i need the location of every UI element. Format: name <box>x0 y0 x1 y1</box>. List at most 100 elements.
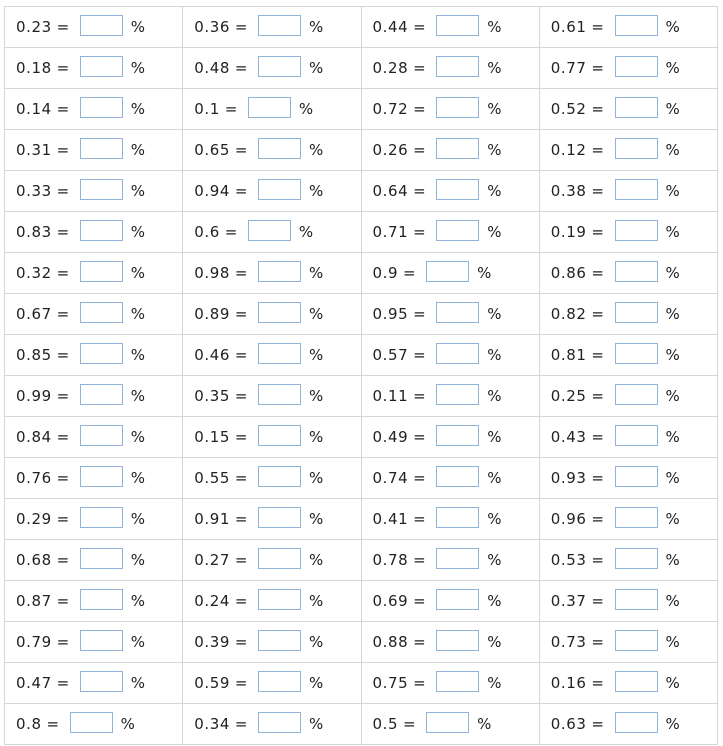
answer-input[interactable] <box>258 588 302 610</box>
problem-row: 0.14 =% 0.1 =% 0.72 =% 0.52 =% <box>3 88 719 130</box>
answer-input[interactable] <box>69 711 113 733</box>
answer-input[interactable] <box>79 137 123 159</box>
answer-input[interactable] <box>258 547 302 569</box>
answer-input[interactable] <box>79 219 123 241</box>
answer-input[interactable] <box>79 301 123 323</box>
answer-input[interactable] <box>436 219 480 241</box>
decimal-value: 0.94 <box>194 181 231 200</box>
answer-input[interactable] <box>614 670 658 692</box>
problem-cell: 0.83 =% <box>3 211 184 253</box>
answer-input[interactable] <box>426 260 470 282</box>
answer-input[interactable] <box>614 424 658 446</box>
percent-sign: % <box>298 99 314 118</box>
answer-input[interactable] <box>79 424 123 446</box>
answer-input[interactable] <box>426 711 470 733</box>
answer-input[interactable] <box>79 55 123 77</box>
answer-input[interactable] <box>258 342 302 364</box>
answer-input[interactable] <box>436 424 480 446</box>
answer-input[interactable] <box>614 547 658 569</box>
answer-input[interactable] <box>436 96 480 118</box>
equals-sign: = <box>591 673 605 692</box>
answer-input[interactable] <box>79 14 123 36</box>
percent-sign: % <box>130 222 146 241</box>
problem-cell: 0.1 =% <box>182 88 362 130</box>
answer-input[interactable] <box>436 547 480 569</box>
answer-input[interactable] <box>436 178 480 200</box>
answer-input[interactable] <box>436 55 480 77</box>
answer-input[interactable] <box>614 383 658 405</box>
equals-sign: = <box>234 427 249 446</box>
answer-input[interactable] <box>614 55 658 77</box>
answer-input[interactable] <box>79 670 123 692</box>
answer-input[interactable] <box>258 14 302 36</box>
equals-sign: = <box>591 632 605 651</box>
answer-input[interactable] <box>247 219 291 241</box>
problem-cell: 0.88 =% <box>360 621 540 663</box>
percent-sign: % <box>487 591 502 610</box>
decimal-value: 0.24 <box>194 591 231 610</box>
answer-input[interactable] <box>614 14 658 36</box>
percent-sign: % <box>130 304 146 323</box>
decimal-value: 0.47 <box>16 673 52 692</box>
answer-input[interactable] <box>79 342 123 364</box>
problem-cell: 0.32 =% <box>3 252 184 294</box>
percent-sign: % <box>665 632 680 651</box>
answer-input[interactable] <box>436 342 480 364</box>
answer-input[interactable] <box>79 588 123 610</box>
answer-input[interactable] <box>436 465 480 487</box>
answer-input[interactable] <box>436 137 480 159</box>
answer-input[interactable] <box>258 260 302 282</box>
answer-input[interactable] <box>436 506 480 528</box>
answer-input[interactable] <box>79 383 123 405</box>
equals-sign: = <box>413 427 427 446</box>
decimal-value: 0.73 <box>550 632 587 651</box>
answer-input[interactable] <box>79 465 123 487</box>
answer-input[interactable] <box>79 547 123 569</box>
answer-input[interactable] <box>436 14 480 36</box>
answer-input[interactable] <box>614 342 658 364</box>
answer-input[interactable] <box>258 301 302 323</box>
answer-input[interactable] <box>79 178 123 200</box>
answer-input[interactable] <box>258 55 302 77</box>
problem-cell: 0.59 =% <box>182 662 362 704</box>
answer-input[interactable] <box>258 424 302 446</box>
answer-input[interactable] <box>258 629 302 651</box>
equals-sign: = <box>224 99 238 118</box>
answer-input[interactable] <box>258 711 302 733</box>
answer-input[interactable] <box>258 465 302 487</box>
answer-input[interactable] <box>614 219 658 241</box>
answer-input[interactable] <box>614 588 658 610</box>
equals-sign: = <box>591 99 605 118</box>
answer-input[interactable] <box>614 96 658 118</box>
answer-input[interactable] <box>614 301 658 323</box>
answer-input[interactable] <box>614 137 658 159</box>
answer-input[interactable] <box>614 506 658 528</box>
answer-input[interactable] <box>614 465 658 487</box>
answer-input[interactable] <box>79 96 123 118</box>
answer-input[interactable] <box>436 301 480 323</box>
decimal-value: 0.34 <box>194 714 231 733</box>
answer-input[interactable] <box>79 506 123 528</box>
answer-input[interactable] <box>614 629 658 651</box>
answer-input[interactable] <box>436 588 480 610</box>
answer-input[interactable] <box>258 506 302 528</box>
answer-input[interactable] <box>258 383 302 405</box>
answer-input[interactable] <box>614 260 658 282</box>
answer-input[interactable] <box>258 137 302 159</box>
problem-row: 0.79 =% 0.39 =% 0.88 =% 0.73 =% <box>3 621 719 663</box>
equals-sign: = <box>234 181 249 200</box>
answer-input[interactable] <box>614 178 658 200</box>
answer-input[interactable] <box>436 670 480 692</box>
answer-input[interactable] <box>436 383 480 405</box>
answer-input[interactable] <box>79 260 123 282</box>
answer-input[interactable] <box>247 96 291 118</box>
problem-cell: 0.47 =% <box>3 662 184 704</box>
decimal-value: 0.57 <box>372 345 409 364</box>
answer-input[interactable] <box>258 670 302 692</box>
answer-input[interactable] <box>79 629 123 651</box>
answer-input[interactable] <box>258 178 302 200</box>
decimal-value: 0.79 <box>16 632 52 651</box>
answer-input[interactable] <box>436 629 480 651</box>
answer-input[interactable] <box>614 711 658 733</box>
equals-sign: = <box>402 714 417 733</box>
